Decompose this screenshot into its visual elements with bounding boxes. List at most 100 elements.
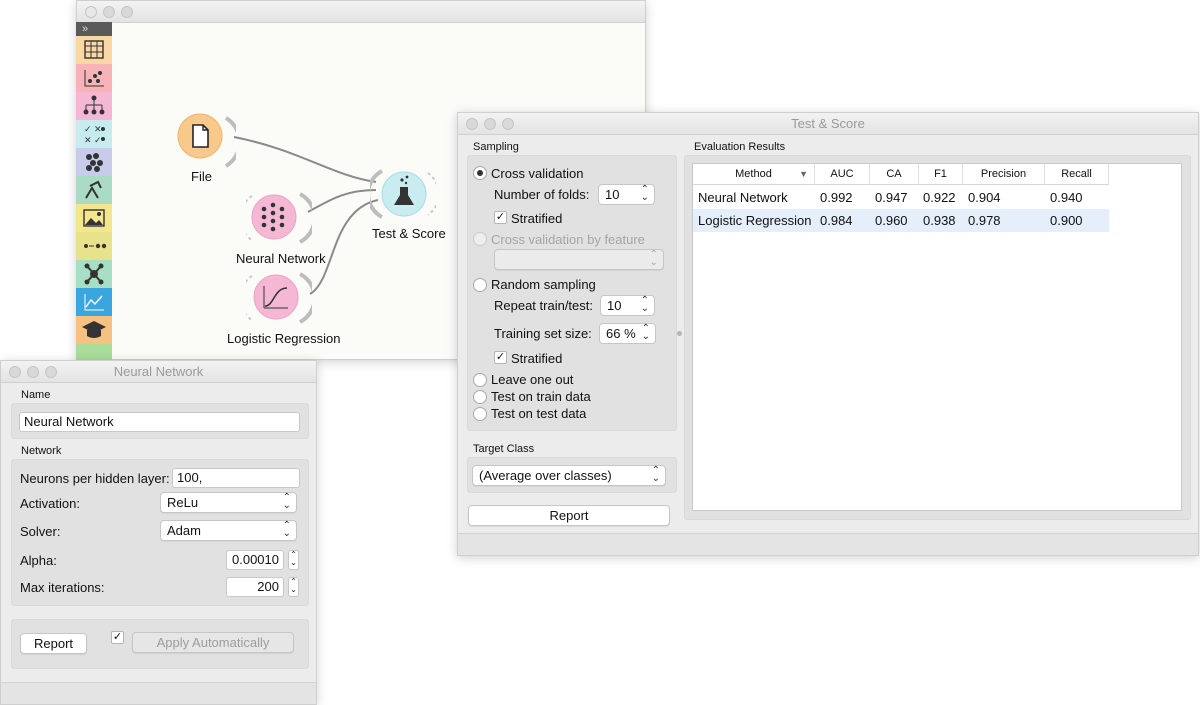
cv-feature-select[interactable]: ⌃ ⌄ (494, 249, 664, 270)
cell-method: Neural Network (698, 190, 788, 205)
neural-network-window: Neural Network Name Neural Network Netwo… (0, 360, 317, 705)
alpha-value: 0.00010 (232, 552, 279, 567)
alpha-input[interactable]: 0.00010 (226, 550, 284, 570)
cell-recall: 0.900 (1050, 213, 1083, 228)
network-group-title: Network (21, 445, 62, 457)
header-recall[interactable]: Recall (1045, 164, 1109, 185)
cell-recall: 0.940 (1050, 190, 1083, 205)
folds-value: 10 (605, 187, 620, 202)
model-name-input[interactable]: Neural Network (19, 412, 300, 432)
updown-arrow-icon: ⌃ ⌄ (641, 323, 650, 342)
stratified-checkbox[interactable]: ✓ (494, 211, 507, 224)
repeat-label: Repeat train/test: (494, 298, 593, 313)
evaluation-results-title: Evaluation Results (694, 141, 786, 153)
cell-method: Logistic Regression (698, 213, 812, 228)
test-score-widget[interactable] (366, 165, 440, 223)
header-auc[interactable]: AUC (815, 164, 870, 185)
status-bar (458, 533, 1198, 555)
logistic-regression-widget-label: Logistic Regression (227, 331, 341, 346)
max-iterations-label: Max iterations: (20, 580, 105, 595)
test-on-test-radio[interactable] (473, 407, 487, 421)
activation-label: Activation: (20, 496, 80, 511)
alpha-stepper[interactable]: ⌃ ⌄ (288, 550, 299, 570)
folds-label: Number of folds: (494, 187, 590, 202)
cv-by-feature-radio[interactable] (473, 232, 487, 246)
cell-auc: 0.984 (820, 213, 853, 228)
updown-arrow-icon: ⌃ ⌄ (649, 249, 658, 268)
updown-arrow-icon: ⌃ ⌄ (282, 520, 291, 539)
cross-validation-radio[interactable] (473, 166, 487, 180)
report-button[interactable]: Report (468, 505, 670, 526)
max-iterations-value: 200 (257, 579, 279, 594)
target-class-value: (Average over classes) (479, 468, 612, 483)
table-header: Method ▼ AUC CA F1 Precision Recall (693, 164, 1109, 185)
folds-spinbox[interactable]: 10 ⌃ ⌄ (598, 184, 655, 205)
sampling-group-title: Sampling (473, 141, 519, 153)
header-precision[interactable]: Precision (963, 164, 1045, 185)
cell-ca: 0.947 (875, 190, 908, 205)
solver-select[interactable]: Adam ⌃ ⌄ (160, 520, 297, 541)
file-widget-label: File (191, 169, 212, 184)
cell-auc: 0.992 (820, 190, 853, 205)
logistic-regression-widget[interactable] (238, 270, 317, 326)
solver-value: Adam (167, 523, 201, 538)
repeat-value: 10 (607, 298, 622, 313)
nn-window-title: Neural Network (113, 364, 204, 379)
target-class-select[interactable]: (Average over classes) ⌃ ⌄ (472, 465, 666, 486)
apply-button[interactable]: Apply Automatically (132, 632, 294, 653)
stratified-random-checkbox[interactable]: ✓ (494, 351, 507, 364)
cell-f1: 0.938 (923, 213, 956, 228)
name-group-title: Name (21, 389, 51, 401)
table-row[interactable]: Neural Network 0.992 0.947 0.922 0.904 0… (693, 186, 1109, 209)
report-button[interactable]: Report (20, 633, 87, 654)
updown-arrow-icon: ⌃ ⌄ (640, 184, 649, 203)
test-score-window: Test & Score Sampling Cross validation N… (457, 112, 1199, 556)
nn-titlebar: Neural Network (1, 361, 316, 383)
neural-network-widget-label: Neural Network (236, 251, 326, 266)
training-size-value: 66 % (606, 326, 636, 341)
stratified-label: Stratified (511, 211, 563, 226)
header-method-label: Method (735, 168, 772, 180)
target-class-group-title: Target Class (473, 443, 535, 455)
test-score-widget-label: Test & Score (372, 226, 446, 241)
neurons-label: Neurons per hidden layer: (20, 471, 170, 486)
results-table: Method ▼ AUC CA F1 Precision Recall Neura… (692, 163, 1182, 511)
cross-validation-label: Cross validation (491, 166, 584, 181)
cell-ca: 0.960 (875, 213, 908, 228)
table-row[interactable]: Logistic Regression 0.984 0.960 0.938 0.… (693, 209, 1109, 232)
header-f1[interactable]: F1 (919, 164, 963, 185)
activation-value: ReLu (167, 495, 199, 510)
cell-f1: 0.922 (923, 190, 956, 205)
test-on-train-radio[interactable] (473, 390, 487, 404)
random-sampling-label: Random sampling (491, 277, 596, 292)
status-bar (1, 682, 316, 704)
updown-arrow-icon: ⌃ ⌄ (640, 295, 649, 314)
header-method[interactable]: Method ▼ (693, 164, 815, 185)
splitter-handle[interactable] (677, 331, 682, 336)
neural-network-widget[interactable] (238, 190, 317, 246)
header-ca[interactable]: CA (870, 164, 919, 185)
neurons-input[interactable]: 100, (172, 468, 300, 488)
cell-precision: 0.904 (968, 190, 1001, 205)
training-size-spinbox[interactable]: 66 % ⌃ ⌄ (599, 323, 656, 344)
activation-select[interactable]: ReLu ⌃ ⌄ (160, 492, 297, 513)
updown-arrow-icon: ⌃ ⌄ (282, 492, 291, 511)
ts-window-title: Test & Score (791, 116, 865, 131)
file-widget[interactable] (176, 112, 242, 172)
alpha-label: Alpha: (20, 553, 57, 568)
leave-one-out-radio[interactable] (473, 373, 487, 387)
training-size-label: Training set size: (494, 326, 592, 341)
cv-by-feature-label: Cross validation by feature (491, 232, 645, 247)
stratified-random-label: Stratified (511, 351, 563, 366)
test-on-test-label: Test on test data (491, 406, 587, 421)
random-sampling-radio[interactable] (473, 278, 487, 292)
test-on-train-label: Test on train data (491, 389, 591, 404)
max-iterations-input[interactable]: 200 (226, 577, 284, 597)
apply-automatically-checkbox[interactable]: ✓ (111, 631, 124, 644)
repeat-spinbox[interactable]: 10 ⌃ ⌄ (600, 295, 655, 316)
solver-label: Solver: (20, 524, 61, 539)
ts-titlebar: Test & Score (458, 113, 1198, 135)
max-iterations-stepper[interactable]: ⌃ ⌄ (288, 577, 299, 597)
sort-down-icon: ▼ (799, 169, 808, 179)
updown-arrow-icon: ⌃ ⌄ (651, 465, 660, 484)
